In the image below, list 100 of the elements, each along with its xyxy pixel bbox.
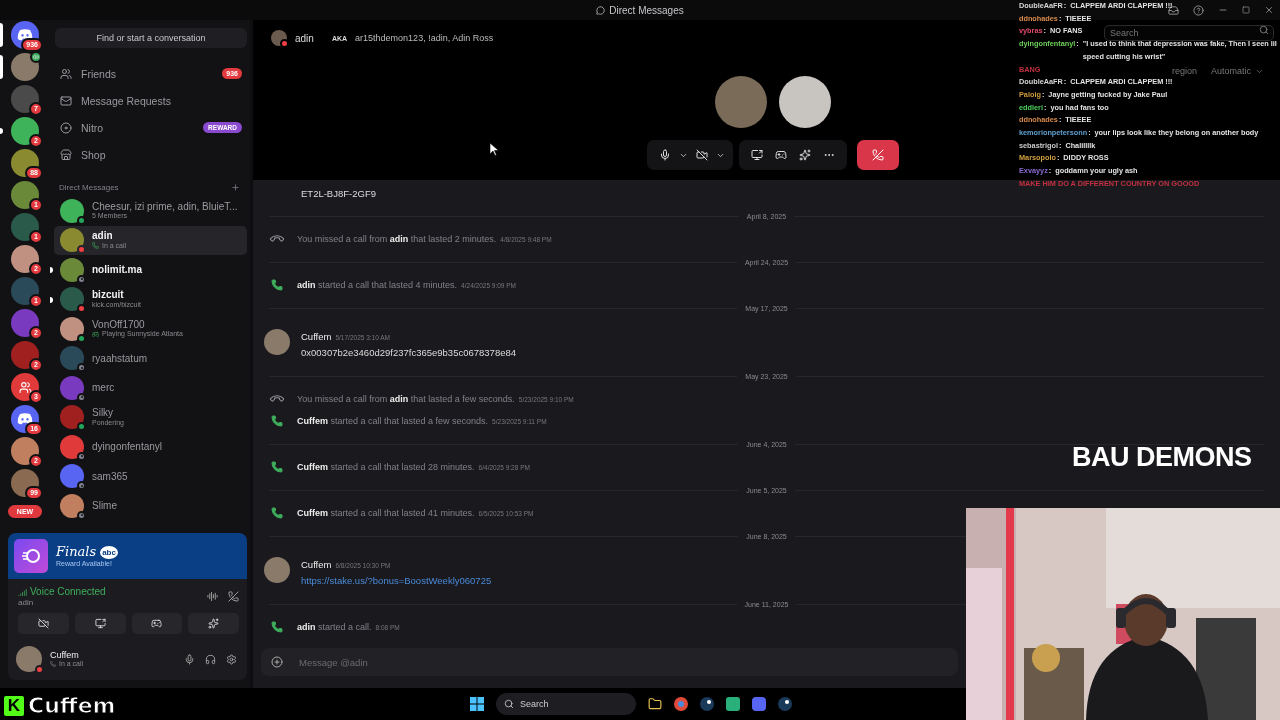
avatar	[778, 76, 831, 128]
dm-item[interactable]: sam365	[54, 461, 247, 491]
message-text: ET2L-BJ8F-2GF9	[301, 187, 376, 199]
camera-off-icon	[695, 149, 708, 161]
microphone-icon[interactable]	[184, 653, 195, 665]
gamepad-icon	[92, 331, 99, 338]
voice-status: Voice Connected	[30, 586, 106, 598]
avatar	[60, 228, 84, 253]
user-name: Cuffem	[50, 649, 80, 661]
avatar	[60, 198, 84, 223]
author-name: Cuffem	[301, 331, 332, 342]
app-icon[interactable]	[700, 697, 714, 711]
soundboard-button[interactable]	[188, 613, 239, 634]
emblem-icon	[22, 549, 40, 564]
envelope-icon	[60, 94, 72, 107]
network-logo: abc	[100, 545, 118, 559]
section-header: Direct Messages	[59, 182, 119, 192]
close-icon[interactable]	[1264, 5, 1274, 15]
server-icon[interactable]	[11, 405, 39, 433]
camera-off-icon	[37, 618, 49, 629]
avatar	[60, 257, 84, 282]
chat-bubble-icon	[596, 5, 606, 15]
avatar	[60, 464, 84, 489]
browser-icon[interactable]	[674, 697, 688, 711]
screen-share-icon	[94, 618, 106, 629]
waveform-icon[interactable]	[207, 591, 218, 603]
dm-item[interactable]: dyingonfentanyl	[54, 432, 247, 462]
status-dot	[280, 39, 289, 48]
avatar[interactable]	[11, 437, 39, 465]
search-button[interactable]: Find or start a conversation	[55, 28, 247, 48]
avatar	[60, 375, 84, 400]
avatar	[16, 646, 42, 672]
window-title: Direct Messages	[609, 4, 684, 16]
search-icon	[1259, 25, 1269, 35]
avatar	[264, 557, 290, 583]
sparkles-icon	[798, 149, 811, 161]
search-icon	[504, 699, 514, 709]
avatar[interactable]	[11, 181, 39, 209]
signal-icon	[18, 587, 27, 597]
chat-user-name: adin	[295, 32, 314, 44]
settings-icon[interactable]	[226, 653, 237, 665]
app-icon[interactable]	[778, 697, 792, 711]
server-icon[interactable]	[11, 373, 39, 401]
avatar	[60, 405, 84, 430]
maximize-icon[interactable]	[1242, 6, 1250, 14]
channel-logo: K	[4, 695, 24, 716]
avatar[interactable]	[11, 149, 39, 177]
people-icon	[60, 67, 72, 80]
headphones-icon[interactable]	[205, 653, 216, 665]
people-icon	[18, 380, 32, 394]
start-icon[interactable]	[470, 697, 484, 711]
gamepad-icon	[151, 618, 163, 629]
store-icon	[60, 148, 72, 161]
logo-icon	[17, 29, 33, 41]
help-icon[interactable]	[1193, 4, 1204, 16]
avatar	[60, 316, 84, 341]
inbox-icon[interactable]	[1168, 4, 1179, 16]
voice-channel: adin	[18, 597, 35, 607]
unread-indicator	[50, 267, 53, 273]
message-input[interactable]: Message @adin	[261, 648, 958, 676]
add-icon[interactable]	[271, 656, 283, 668]
nav-item[interactable]: Message Requests	[50, 87, 250, 114]
alias-list: ar15thdemon123, !adin, Adin Ross	[355, 33, 494, 43]
microphone-icon	[658, 149, 671, 161]
end-call-button[interactable]	[856, 140, 899, 170]
disc-icon	[60, 121, 72, 134]
activity-button[interactable]	[131, 613, 183, 634]
dm-item[interactable]: Slime	[54, 491, 247, 521]
avatar[interactable]	[11, 245, 39, 273]
streamer-name: Cuffem	[28, 693, 116, 718]
hang-up-icon	[871, 149, 884, 161]
cursor-icon	[490, 143, 499, 156]
dm-item[interactable]: ryaahstatum	[54, 343, 247, 373]
taskbar-search[interactable]: Search	[496, 693, 636, 715]
gamepad-icon	[774, 149, 787, 161]
logo-icon	[17, 413, 33, 425]
promo-title: Finals	[56, 544, 97, 560]
add-icon[interactable]	[231, 182, 240, 192]
author-name: Cuffem	[301, 559, 332, 570]
avatar[interactable]	[11, 117, 39, 145]
avatar	[60, 434, 84, 459]
disconnect-icon[interactable]	[228, 591, 239, 603]
message-link[interactable]: https://stake.us/?bonus=BoostWeekly060725	[301, 575, 492, 586]
phone-icon	[50, 661, 56, 668]
avatar[interactable]	[11, 469, 39, 497]
sparkles-icon	[208, 618, 220, 629]
dm-item[interactable]: merc	[54, 373, 247, 403]
avatar[interactable]	[11, 341, 39, 369]
dm-item[interactable]: nolimit.ma	[54, 255, 247, 285]
unread-indicator	[50, 296, 53, 303]
nav-item[interactable]: Shop	[50, 141, 250, 168]
avatar	[714, 76, 767, 128]
avatar	[60, 493, 84, 518]
search-field[interactable]: Search	[1104, 25, 1274, 41]
region-dropdown[interactable]: Automatic	[1210, 66, 1251, 76]
avatar[interactable]	[11, 309, 39, 337]
region-label: region	[1171, 66, 1197, 76]
folder-icon[interactable]	[648, 697, 662, 711]
avatar	[60, 287, 84, 312]
avatar[interactable]	[11, 53, 39, 81]
